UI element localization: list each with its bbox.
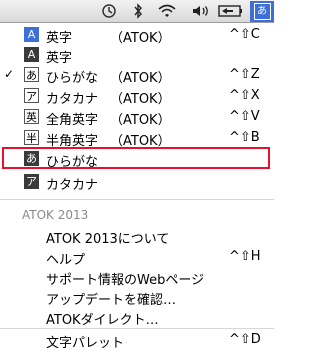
speaker-icon[interactable] bbox=[190, 3, 212, 19]
menu-item-eiji[interactable]: A 英字 bbox=[0, 44, 274, 66]
history-icon[interactable] bbox=[100, 3, 118, 19]
hankaku-eiji-icon: 半 bbox=[24, 130, 39, 145]
menu-item-label: 文字パレット bbox=[46, 336, 125, 351]
menu-item-shortcut: ^⇧H bbox=[229, 249, 261, 264]
katakana-icon: ア bbox=[24, 88, 39, 103]
input-method-icon[interactable]: あ bbox=[250, 1, 274, 22]
menu-item-label: 全角英字 bbox=[46, 113, 99, 128]
menu-item-label: ATOKダイレクト… bbox=[46, 313, 159, 328]
menu-item-hankaku-eiji-atok[interactable]: 半 半角英字 （ATOK） ^⇧B bbox=[0, 127, 274, 149]
eiji-icon: A bbox=[24, 47, 39, 62]
menu-item-hiragana-atok[interactable]: ✓ あ ひらがな （ATOK） ^⇧Z bbox=[0, 64, 274, 86]
battery-icon[interactable] bbox=[218, 3, 244, 19]
menu-item-label: カタカナ bbox=[46, 178, 99, 193]
hiragana-icon: あ bbox=[24, 151, 39, 166]
bluetooth-icon[interactable] bbox=[132, 3, 144, 19]
menu-item-eiji-atok[interactable]: A 英字 （ATOK） ^⇧C bbox=[0, 24, 274, 46]
menu-item-atok-direct[interactable]: ATOKダイレクト… bbox=[0, 306, 274, 328]
menu-item-label: カタカナ bbox=[46, 92, 99, 107]
hiragana-icon: あ bbox=[24, 67, 39, 82]
zenkaku-eiji-icon: 英 bbox=[24, 109, 39, 124]
menu-item-label: ひらがな bbox=[46, 71, 99, 86]
section-title: ATOK 2013 bbox=[22, 208, 89, 222]
menu-item-shortcut: ^⇧D bbox=[229, 332, 261, 347]
menu-item-shortcut: ^⇧X bbox=[229, 88, 260, 103]
eiji-icon: A bbox=[24, 27, 39, 42]
input-method-menu: A 英字 （ATOK） ^⇧C A 英字 ✓ あ ひらがな （ATOK） ^⇧Z… bbox=[0, 23, 274, 351]
menu-item-help[interactable]: ヘルプ ^⇧H bbox=[0, 246, 274, 268]
menu-item-shortcut: ^⇧Z bbox=[229, 67, 260, 82]
input-method-glyph: あ bbox=[253, 3, 271, 20]
menu-item-label: ATOK 2013について bbox=[46, 232, 170, 247]
menu-item-shortcut: ^⇧V bbox=[229, 109, 260, 124]
menu-item-support-web[interactable]: サポート情報のWebページ bbox=[0, 266, 274, 288]
menu-item-check-update[interactable]: アップデートを確認… bbox=[0, 286, 274, 308]
menu-bar: あ bbox=[0, 0, 274, 23]
menu-item-shortcut: ^⇧B bbox=[229, 130, 260, 145]
wifi-icon[interactable] bbox=[156, 3, 178, 19]
menu-item-atok-suffix: （ATOK） bbox=[110, 113, 171, 128]
menu-item-label: ひらがな bbox=[46, 155, 99, 170]
menu-item-katakana[interactable]: ア カタカナ bbox=[0, 171, 274, 193]
katakana-icon: ア bbox=[24, 174, 39, 189]
menu-item-shortcut: ^⇧C bbox=[229, 27, 260, 42]
menu-item-about-atok[interactable]: ATOK 2013について bbox=[0, 225, 274, 247]
menu-item-zenkaku-eiji-atok[interactable]: 英 全角英字 （ATOK） ^⇧V bbox=[0, 106, 274, 128]
menu-item-hiragana[interactable]: あ ひらがな bbox=[0, 148, 274, 170]
menu-item-katakana-atok[interactable]: ア カタカナ （ATOK） ^⇧X bbox=[0, 85, 274, 107]
menu-item-atok-suffix: （ATOK） bbox=[110, 71, 171, 86]
menu-separator bbox=[0, 199, 274, 200]
menu-item-atok-suffix: （ATOK） bbox=[110, 92, 171, 107]
checkmark-icon: ✓ bbox=[4, 67, 15, 81]
